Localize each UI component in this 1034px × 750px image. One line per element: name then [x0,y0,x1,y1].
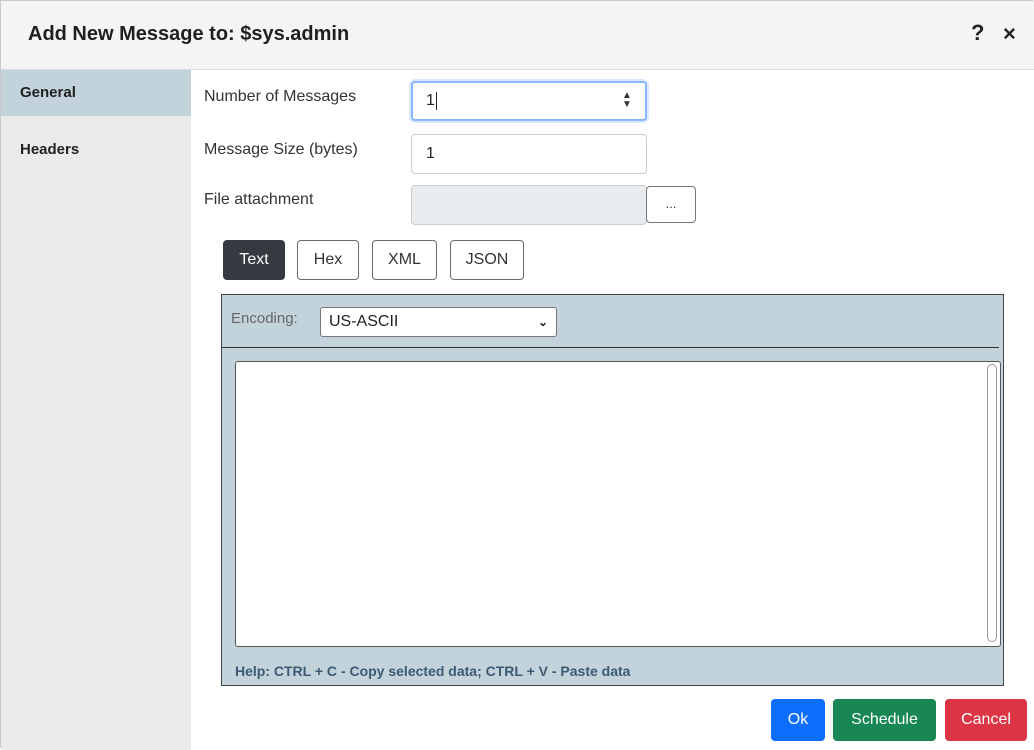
number-spinner-icon[interactable]: ▲ ▼ [621,91,633,111]
format-hex-button[interactable]: Hex [297,240,359,280]
textarea-scrollbar[interactable] [987,364,997,642]
message-size-input[interactable]: 1 [411,134,647,174]
encoding-label: Encoding: [231,310,298,327]
message-size-label: Message Size (bytes) [204,141,358,158]
editor-help-text: Help: CTRL + C - Copy selected data; CTR… [235,663,631,679]
num-messages-value: 1 [426,92,435,109]
message-content-textarea[interactable] [235,361,1001,647]
dialog-title: Add New Message to: $sys.admin [28,23,350,45]
sidebar: General Headers [1,70,191,750]
format-xml-button[interactable]: XML [372,240,437,280]
encoding-value: US-ASCII [329,313,399,330]
encoding-divider [222,347,999,348]
encoding-select[interactable]: US-ASCII ⌄ [320,307,557,337]
file-attachment-label: File attachment [204,191,314,208]
format-text-button[interactable]: Text [223,240,285,280]
browse-button[interactable]: ... [646,186,696,223]
chevron-down-icon: ⌄ [537,315,548,329]
cancel-button[interactable]: Cancel [945,699,1027,741]
num-messages-input[interactable]: 1 ▲ ▼ [411,81,647,121]
ok-button[interactable]: Ok [771,699,825,741]
file-attachment-input[interactable] [411,185,647,225]
add-message-dialog: Add New Message to: $sys.admin ? × Gener… [0,0,1034,750]
close-icon[interactable]: × [1003,21,1016,47]
sidebar-item-general[interactable]: General [1,70,191,116]
format-json-button[interactable]: JSON [450,240,524,280]
sidebar-item-headers[interactable]: Headers [1,127,191,173]
dialog-titlebar: Add New Message to: $sys.admin ? × [1,1,1034,70]
editor-panel: Encoding: US-ASCII ⌄ Help: CTRL + C - Co… [221,294,1004,686]
help-icon[interactable]: ? [971,20,984,46]
num-messages-label: Number of Messages [204,88,357,105]
schedule-button[interactable]: Schedule [833,699,936,741]
